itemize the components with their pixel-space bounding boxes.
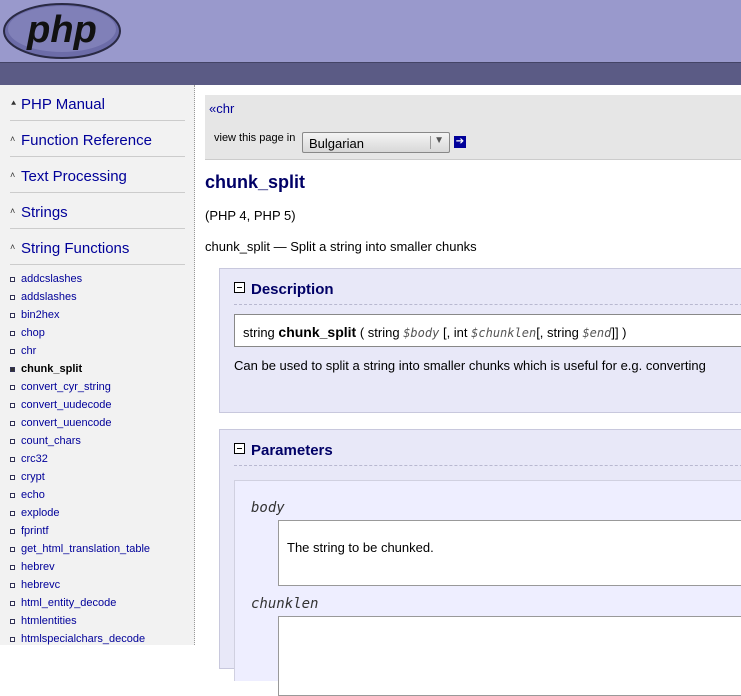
param-chunklen[interactable]: $chunklen [471,326,536,340]
sidebar-section-string-functions[interactable]: ˄ String Functions [10,229,185,265]
parameter-description: The string to be chunked. [278,520,741,586]
parameter-list: body The string to be chunked. chunklen [234,480,741,696]
sidebar-item-chop[interactable]: chop [10,324,190,342]
bullet-icon [10,421,15,426]
sidebar-section-strings[interactable]: ˄ Strings [10,193,185,229]
function-purpose: chunk_split — Split a string into smalle… [205,239,477,254]
php-logo[interactable]: php [2,2,122,60]
header-bar [0,62,741,85]
sidebar-section-php-manual[interactable]: ⯅ PHP Manual [10,85,185,121]
bullet-icon [10,367,15,372]
right-arrow-icon: ➔ [455,136,465,147]
bullet-icon [10,349,15,354]
bullet-icon [10,403,15,408]
bullet-icon [10,475,15,480]
bullet-icon [10,493,15,498]
sidebar-item-get-html-translation-table[interactable]: get_html_translation_table [10,540,190,558]
sidebar-item-htmlentities[interactable]: htmlentities [10,612,190,630]
language-label: view this page in [214,132,296,144]
sidebar-item-fprintf[interactable]: fprintf [10,522,190,540]
bullet-icon [10,565,15,570]
collapse-icon[interactable] [234,443,245,454]
up-arrow-icon: ˄ [10,206,16,216]
select-separator [430,136,431,149]
up-arrow-icon: ˄ [10,170,16,180]
sidebar-item-chr[interactable]: chr [10,342,190,360]
param-body[interactable]: $body [403,326,439,340]
language-select-value: Bulgarian [309,136,364,151]
sidebar-item-addcslashes[interactable]: addcslashes [10,270,190,288]
sidebar-item-html-entity-decode[interactable]: html_entity_decode [10,594,190,612]
sidebar-item-hebrev[interactable]: hebrev [10,558,190,576]
sidebar-item-convert-uuencode[interactable]: convert_uuencode [10,414,190,432]
description-text: Can be used to split a string into small… [234,358,706,373]
sidebar-item-addslashes[interactable]: addslashes [10,288,190,306]
parameter-name: body [251,500,285,516]
sidebar-item-convert-cyr-string[interactable]: convert_cyr_string [10,378,190,396]
sidebar-item-echo[interactable]: echo [10,486,190,504]
sidebar-section-text-processing[interactable]: ˄ Text Processing [10,157,185,193]
sidebar-item-bin2hex[interactable]: bin2hex [10,306,190,324]
bullet-icon [10,547,15,552]
sidebar-item-count-chars[interactable]: count_chars [10,432,190,450]
sidebar: ⯅ PHP Manual ˄ Function Reference ˄ Text… [0,85,195,645]
up-arrow-icon: ˄ [10,242,16,252]
language-select[interactable]: Bulgarian ▼ [302,132,450,153]
parameter-description [278,616,741,696]
chevron-down-icon: ▼ [434,135,444,146]
parameter-name: chunklen [251,596,319,612]
collapse-icon[interactable] [234,282,245,293]
parameters-section: Parameters body The string to be chunked… [219,429,741,696]
sidebar-item-crypt[interactable]: crypt [10,468,190,486]
bullet-icon [10,511,15,516]
method-synopsis: string chunk_split ( string $body [, int… [234,314,741,347]
sidebar-item-convert-uudecode[interactable]: convert_uudecode [10,396,190,414]
double-up-arrow-icon: ⯅ [10,98,18,108]
sidebar-section-function-reference[interactable]: ˄ Function Reference [10,121,185,157]
page-title: chunk_split [205,172,306,192]
bullet-icon [10,277,15,282]
sidebar-item-crc32[interactable]: crc32 [10,450,190,468]
svg-text:php: php [26,9,97,51]
sidebar-item-chunk-split[interactable]: chunk_split [10,360,190,378]
section-divider [234,465,741,466]
prev-page-link[interactable]: «chr [209,101,234,116]
sidebar-item-explode[interactable]: explode [10,504,190,522]
bullet-icon [10,313,15,318]
bullet-icon [10,583,15,588]
bullet-icon [10,385,15,390]
bullet-icon [10,529,15,534]
bullet-icon [10,601,15,606]
bullet-icon [10,295,15,300]
up-arrow-icon: ˄ [10,134,16,144]
bullet-icon [10,457,15,462]
bullet-icon [10,619,15,624]
function-name: chunk_split [278,324,357,340]
language-go-button[interactable]: ➔ [454,136,466,148]
description-section: Description string chunk_split ( string … [219,268,741,413]
bullet-icon [10,439,15,444]
parameters-heading[interactable]: Parameters [234,442,333,459]
param-end[interactable]: $end [582,326,611,340]
section-divider [234,304,741,305]
bullet-icon [10,331,15,336]
page-navigation-bar: «chr view this page in Bulgarian ▼ ➔ [205,95,741,160]
sidebar-item-hebrevc[interactable]: hebrevc [10,576,190,594]
sidebar-item-htmlspecialchars-decode[interactable]: htmlspecialchars_decode [10,630,190,645]
description-heading[interactable]: Description [234,281,334,298]
bullet-icon [10,637,15,642]
site-header: php [0,0,741,62]
version-info: (PHP 4, PHP 5) [205,208,296,223]
